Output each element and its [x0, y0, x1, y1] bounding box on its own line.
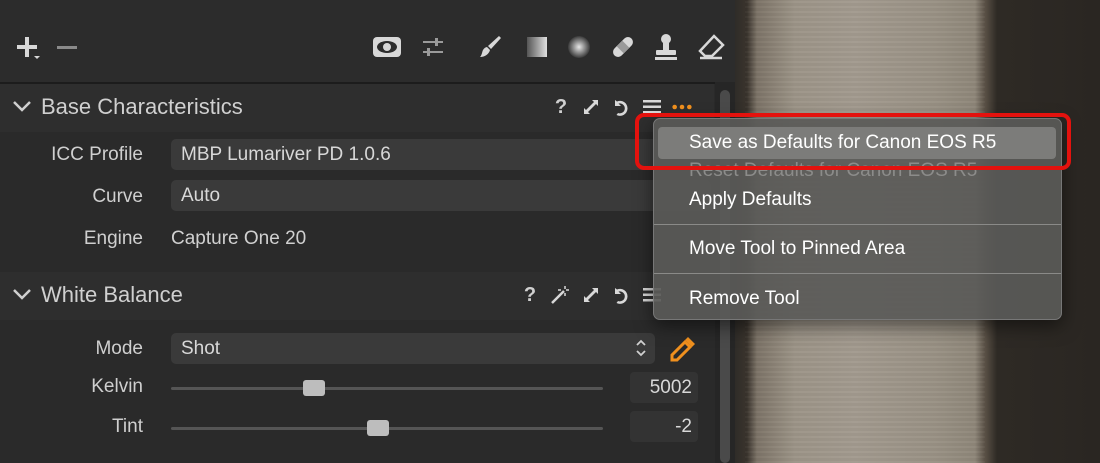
radial-icon[interactable] — [564, 32, 594, 62]
adjust-icon[interactable] — [418, 32, 448, 62]
kelvin-slider-handle[interactable] — [302, 380, 325, 396]
tint-slider-handle[interactable] — [367, 420, 390, 436]
eye-icon[interactable] — [372, 32, 402, 62]
curve-select[interactable]: Auto — [171, 180, 711, 211]
annotation-highlight-box — [635, 113, 1071, 170]
add-icon[interactable] — [12, 32, 42, 62]
kelvin-label: Kelvin — [91, 376, 143, 397]
icc-profile-label: ICC Profile — [51, 144, 143, 165]
menu-separator — [654, 273, 1061, 274]
tint-label: Tint — [112, 416, 143, 437]
icc-profile-select[interactable]: MBP Lumariver PD 1.0.6 — [171, 139, 711, 170]
white-balance-header[interactable]: White Balance ? — [0, 272, 714, 320]
tool-toolbar — [0, 0, 735, 84]
heal-icon[interactable] — [608, 32, 638, 62]
gradient-icon[interactable] — [522, 32, 552, 62]
menu-separator — [654, 224, 1061, 225]
help-icon[interactable]: ? — [519, 284, 541, 306]
kelvin-input[interactable]: 5002 — [630, 372, 698, 403]
mode-value: Shot — [181, 338, 221, 359]
chevron-down-icon[interactable] — [12, 99, 32, 118]
stepper-updown-icon — [635, 337, 647, 369]
reset-icon[interactable] — [610, 284, 632, 306]
white-balance-title: White Balance — [41, 282, 183, 307]
base-characteristics-body: ICC Profile MBP Lumariver PD 1.0.6 Curve… — [0, 132, 714, 268]
white-balance-body: Mode Shot Kelvin 5002 Tint -2 — [0, 320, 714, 463]
eraser-icon[interactable] — [696, 32, 726, 62]
tool-panel: Base Characteristics ? ICC Profile MBP L… — [0, 0, 735, 463]
kelvin-slider-track[interactable] — [171, 387, 603, 390]
engine-value: Capture One 20 — [171, 228, 307, 249]
reset-icon[interactable] — [610, 96, 632, 118]
mode-select[interactable]: Shot — [171, 333, 655, 364]
expand-icon[interactable] — [580, 96, 602, 118]
menu-item-remove-tool[interactable]: Remove Tool — [689, 288, 800, 310]
menu-item-apply-defaults[interactable]: Apply Defaults — [689, 189, 812, 211]
menu-item-move-to-pinned[interactable]: Move Tool to Pinned Area — [689, 238, 905, 260]
base-characteristics-title: Base Characteristics — [41, 94, 243, 119]
base-characteristics-header[interactable]: Base Characteristics ? — [0, 84, 714, 132]
mode-label: Mode — [95, 338, 143, 359]
engine-label: Engine — [83, 228, 143, 249]
magic-wand-icon[interactable] — [549, 284, 571, 306]
remove-icon[interactable] — [52, 32, 82, 62]
brush-icon[interactable] — [475, 32, 505, 62]
chevron-down-icon[interactable] — [12, 287, 32, 306]
help-icon[interactable]: ? — [550, 96, 572, 118]
color-picker-icon[interactable] — [668, 334, 698, 369]
tint-input[interactable]: -2 — [630, 411, 698, 442]
clone-stamp-icon[interactable] — [651, 32, 681, 62]
expand-icon[interactable] — [580, 284, 602, 306]
curve-label: Curve — [92, 186, 143, 207]
